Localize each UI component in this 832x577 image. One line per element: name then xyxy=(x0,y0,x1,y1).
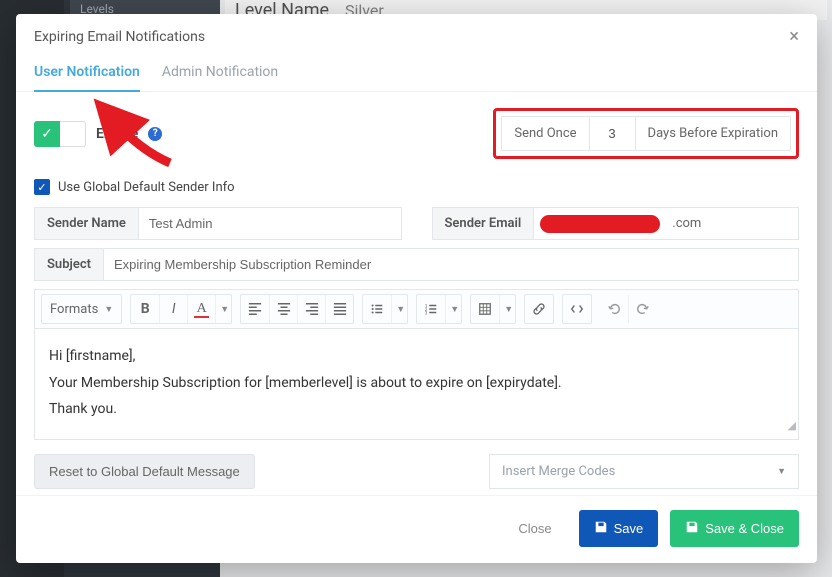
italic-button[interactable]: I xyxy=(159,295,187,323)
table-button[interactable] xyxy=(471,295,499,323)
link-button[interactable] xyxy=(525,295,553,323)
bullet-list-button[interactable] xyxy=(363,295,391,323)
undo-button[interactable] xyxy=(600,295,628,323)
rich-text-editor: Formats▼ B I A ▼ ▼ xyxy=(34,289,799,440)
number-list-dropdown[interactable]: ▼ xyxy=(445,295,461,323)
bold-button[interactable]: B xyxy=(131,295,159,323)
close-icon[interactable]: × xyxy=(789,28,799,46)
save-close-button[interactable]: Save & Close xyxy=(670,510,799,547)
source-code-button[interactable] xyxy=(563,295,591,323)
expiring-email-modal: Expiring Email Notifications × User Noti… xyxy=(16,14,817,563)
redo-button[interactable] xyxy=(628,295,656,323)
merge-codes-placeholder: Insert Merge Codes xyxy=(502,464,615,479)
enable-label: Enable xyxy=(96,126,138,142)
chevron-down-icon: ▼ xyxy=(777,466,786,477)
save-button[interactable]: Save xyxy=(579,510,659,547)
bullet-list-dropdown[interactable]: ▼ xyxy=(391,295,407,323)
align-center-button[interactable] xyxy=(269,295,297,323)
redacted-region xyxy=(540,215,660,233)
save-icon xyxy=(594,520,608,537)
formats-dropdown[interactable]: Formats▼ xyxy=(42,295,121,323)
tab-admin-notification[interactable]: Admin Notification xyxy=(162,58,278,91)
editor-body[interactable]: Hi [firstname], Your Membership Subscrip… xyxy=(35,329,798,439)
text-color-button[interactable]: A xyxy=(187,295,215,323)
editor-line: Your Membership Subscription for [member… xyxy=(49,370,784,397)
send-once-label: Send Once xyxy=(501,116,589,151)
resize-handle-icon[interactable]: ◢ xyxy=(788,416,796,437)
sender-email-input[interactable]: .com xyxy=(533,207,799,240)
editor-line: Thank you. xyxy=(49,396,784,423)
align-left-button[interactable] xyxy=(241,295,269,323)
use-global-sender-label: Use Global Default Sender Info xyxy=(58,180,235,195)
editor-line: Hi [firstname], xyxy=(49,343,784,370)
align-right-button[interactable] xyxy=(297,295,325,323)
subject-label: Subject xyxy=(34,248,103,281)
sender-name-input[interactable] xyxy=(138,207,402,240)
sender-email-label: Sender Email xyxy=(432,207,534,240)
save-icon xyxy=(685,520,699,537)
modal-title: Expiring Email Notifications xyxy=(34,29,205,45)
help-icon[interactable]: ? xyxy=(148,127,162,141)
align-justify-button[interactable] xyxy=(325,295,353,323)
sender-email-suffix: .com xyxy=(672,216,701,231)
table-dropdown[interactable]: ▼ xyxy=(499,295,515,323)
subject-input[interactable] xyxy=(103,248,799,281)
enable-toggle[interactable]: ✓ xyxy=(34,121,86,147)
reset-default-button[interactable]: Reset to Global Default Message xyxy=(34,454,255,489)
days-before-label: Days Before Expiration xyxy=(636,116,791,151)
merge-codes-dropdown[interactable]: Insert Merge Codes ▼ xyxy=(489,454,799,489)
use-global-sender-checkbox[interactable]: ✓ xyxy=(34,179,50,195)
sender-name-label: Sender Name xyxy=(34,207,138,240)
text-color-dropdown[interactable]: ▼ xyxy=(215,295,231,323)
svg-text:3: 3 xyxy=(425,311,428,316)
close-button[interactable]: Close xyxy=(503,511,566,546)
check-icon: ✓ xyxy=(41,126,53,142)
send-once-group: Send Once Days Before Expiration xyxy=(493,108,799,159)
tab-user-notification[interactable]: User Notification xyxy=(34,58,140,92)
days-before-input[interactable] xyxy=(602,125,623,142)
number-list-button[interactable]: 123 xyxy=(417,295,445,323)
